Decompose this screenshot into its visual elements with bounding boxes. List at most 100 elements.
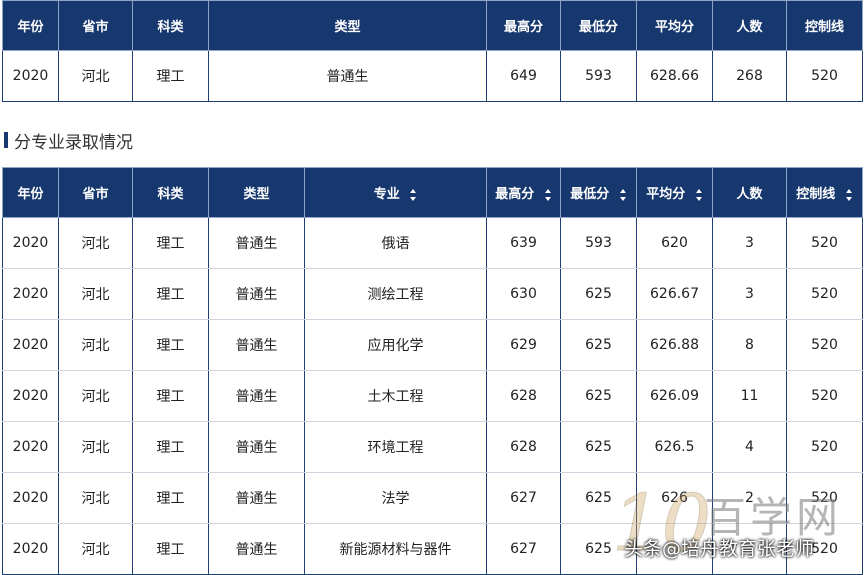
cell-max-score: 627 <box>486 472 561 524</box>
cell-control-line: 520 <box>786 472 863 524</box>
cell-count: 4 <box>712 421 787 473</box>
cell-category: 理工 <box>132 421 209 473</box>
cell-max-score: 629 <box>486 319 561 371</box>
summary-header-year: 年份 <box>2 0 59 51</box>
cell-count: 8 <box>712 319 787 371</box>
cell-count: 3 <box>712 217 787 269</box>
summary-cell-avg-score: 628.66 <box>636 50 713 102</box>
major-table-body: 2020 河北 理工 普通生 俄语 639 593 620 3 520 2020 河北 理工 普通生 测绘工… <box>2 217 863 575</box>
cell-min-score: 625 <box>560 472 637 524</box>
summary-cell-max-score: 649 <box>486 50 561 102</box>
major-admission-table: 年份 省市 科类 类型 专业 最高分 最低分 平均分 人数 控制线 2020 河… <box>2 167 863 575</box>
cell-province: 河北 <box>58 421 133 473</box>
cell-control-line: 520 <box>786 370 863 422</box>
cell-province: 河北 <box>58 523 133 575</box>
sort-arrows-icon <box>619 188 627 201</box>
cell-year: 2020 <box>2 421 59 473</box>
cell-category: 理工 <box>132 370 209 422</box>
table-row: 2020 河北 理工 普通生 测绘工程 630 625 626.67 3 520 <box>2 268 863 320</box>
cell-control-line: 520 <box>786 217 863 269</box>
summary-cell-count: 268 <box>712 50 787 102</box>
cell-min-score: 625 <box>560 421 637 473</box>
table-row: 2020 河北 理工 普通生 应用化学 629 625 626.88 8 520 <box>2 319 863 371</box>
cell-avg-score: 626.88 <box>636 319 713 371</box>
cell-category: 理工 <box>132 523 209 575</box>
cell-year: 2020 <box>2 472 59 524</box>
major-header-count: 人数 <box>712 167 787 218</box>
cell-avg-score: 626 <box>636 472 713 524</box>
summary-header-min-score: 最低分 <box>560 0 637 51</box>
major-header-province: 省市 <box>58 167 133 218</box>
summary-cell-type: 普通生 <box>208 50 487 102</box>
cell-year: 2020 <box>2 523 59 575</box>
cell-control-line: 520 <box>786 268 863 320</box>
summary-cell-year: 2020 <box>2 50 59 102</box>
cell-major: 测绘工程 <box>304 268 487 320</box>
cell-avg-score: 626.09 <box>636 370 713 422</box>
major-header-major-label: 专业 <box>373 187 400 202</box>
cell-type: 普通生 <box>208 421 305 473</box>
cell-control-line: 520 <box>786 319 863 371</box>
table-row: 2020 河北 理工 普通生 环境工程 628 625 626.5 4 520 <box>2 421 863 473</box>
major-header-category: 科类 <box>132 167 209 218</box>
cell-count <box>712 523 787 575</box>
major-header-type: 类型 <box>208 167 305 218</box>
cell-type: 普通生 <box>208 268 305 320</box>
major-header-row: 年份 省市 科类 类型 专业 最高分 最低分 平均分 人数 控制线 <box>2 167 863 218</box>
cell-control-line: 520 <box>786 421 863 473</box>
cell-min-score: 593 <box>560 217 637 269</box>
cell-year: 2020 <box>2 319 59 371</box>
summary-header-max-score: 最高分 <box>486 0 561 51</box>
summary-header-control-line: 控制线 <box>786 0 863 51</box>
sort-by-avg-score-header[interactable]: 平均分 <box>636 167 713 218</box>
major-header-year: 年份 <box>2 167 59 218</box>
section-title-bar <box>4 132 8 148</box>
summary-cell-control-line: 520 <box>786 50 863 102</box>
cell-avg-score: 626.5 <box>636 421 713 473</box>
cell-year: 2020 <box>2 370 59 422</box>
cell-avg-score: 620 <box>636 217 713 269</box>
summary-cell-province: 河北 <box>58 50 133 102</box>
table-row: 2020 河北 理工 普通生 俄语 639 593 620 3 520 <box>2 217 863 269</box>
admission-summary-table: 年份 省市 科类 类型 最高分 最低分 平均分 人数 控制线 2020 河北 理… <box>2 0 863 102</box>
summary-header-type: 类型 <box>208 0 487 51</box>
section-title: 分专业录取情况 <box>4 128 133 153</box>
sort-arrows-icon <box>695 188 703 201</box>
summary-cell-category: 理工 <box>132 50 209 102</box>
cell-major: 环境工程 <box>304 421 487 473</box>
sort-by-min-score-header[interactable]: 最低分 <box>560 167 637 218</box>
cell-type: 普通生 <box>208 217 305 269</box>
cell-avg-score <box>636 523 713 575</box>
sort-by-major-header[interactable]: 专业 <box>304 167 487 218</box>
summary-header-category: 科类 <box>132 0 209 51</box>
cell-category: 理工 <box>132 268 209 320</box>
cell-min-score: 625 <box>560 370 637 422</box>
cell-province: 河北 <box>58 319 133 371</box>
cell-count: 11 <box>712 370 787 422</box>
cell-min-score: 625 <box>560 268 637 320</box>
sort-arrows-icon <box>544 188 552 201</box>
sort-by-max-score-header[interactable]: 最高分 <box>486 167 561 218</box>
cell-province: 河北 <box>58 472 133 524</box>
cell-major: 新能源材料与器件 <box>304 523 487 575</box>
cell-type: 普通生 <box>208 523 305 575</box>
sort-by-control-line-header[interactable]: 控制线 <box>786 167 863 218</box>
summary-header-avg-score: 平均分 <box>636 0 713 51</box>
cell-count: 3 <box>712 268 787 320</box>
cell-category: 理工 <box>132 319 209 371</box>
cell-min-score: 625 <box>560 523 637 575</box>
summary-header-count: 人数 <box>712 0 787 51</box>
table-row: 2020 河北 理工 普通生 法学 627 625 626 2 520 <box>2 472 863 524</box>
cell-type: 普通生 <box>208 370 305 422</box>
cell-year: 2020 <box>2 268 59 320</box>
cell-category: 理工 <box>132 472 209 524</box>
table-row: 2020 河北 理工 普通生 土木工程 628 625 626.09 11 520 <box>2 370 863 422</box>
cell-max-score: 628 <box>486 370 561 422</box>
cell-type: 普通生 <box>208 319 305 371</box>
cell-control-line: 520 <box>786 523 863 575</box>
summary-header-province: 省市 <box>58 0 133 51</box>
cell-type: 普通生 <box>208 472 305 524</box>
section-title-text: 分专业录取情况 <box>14 132 133 153</box>
cell-province: 河北 <box>58 268 133 320</box>
cell-province: 河北 <box>58 217 133 269</box>
